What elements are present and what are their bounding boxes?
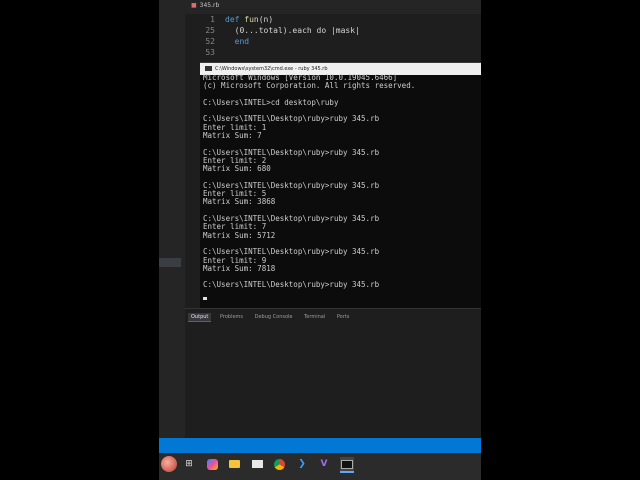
editor-tab-bar: ■ 345.rb	[185, 0, 481, 14]
console-line: Matrix Sum: 3868	[203, 197, 276, 207]
status-bar	[159, 438, 481, 453]
console-line: Matrix Sum: 680	[203, 164, 271, 174]
code-line: 53	[185, 47, 481, 58]
ruby-file-icon: ■	[191, 2, 197, 9]
copilot-icon[interactable]	[205, 457, 219, 471]
terminal-icon[interactable]	[340, 457, 354, 473]
mail-icon[interactable]	[250, 457, 264, 471]
code-function: fun	[244, 15, 259, 24]
tab-ports[interactable]: Ports	[334, 313, 353, 321]
screen: ■ 345.rb 1 def fun(n) 25 (0...total).each …	[159, 0, 481, 480]
code-keyword: def	[225, 15, 245, 24]
code-line: 1 def fun(n)	[185, 14, 481, 25]
bottom-panel: Output Problems Debug Console Terminal P…	[185, 308, 481, 439]
line-number: 52	[205, 37, 215, 46]
cmd-window[interactable]: C:\Windows\system32\cmd.exe - ruby 345.r…	[200, 62, 481, 309]
activity-bar	[159, 0, 185, 438]
console-line: C:\Users\INTEL\Desktop\ruby>ruby 345.rb	[203, 280, 380, 290]
code-text: (n)	[258, 15, 274, 24]
visual-studio-icon[interactable]: V	[317, 457, 331, 471]
code-editor[interactable]: ■ 345.rb 1 def fun(n) 25 (0...total).each …	[185, 0, 481, 62]
tab-problems[interactable]: Problems	[217, 313, 246, 321]
editor-tab-label: 345.rb	[199, 2, 220, 9]
editor-tab[interactable]: ■ 345.rb	[191, 2, 219, 9]
tab-debug-console[interactable]: Debug Console	[252, 313, 296, 321]
code-keyword: end	[225, 37, 250, 46]
vscode-icon[interactable]: ❯	[295, 457, 309, 471]
cmd-icon	[205, 66, 212, 71]
code-line: 25 (0...total).each do |mask|	[185, 25, 481, 36]
code-lines: 1 def fun(n) 25 (0...total).each do |mask…	[185, 14, 481, 58]
cmd-title: C:\Windows\system32\cmd.exe - ruby 345.r…	[215, 66, 328, 72]
tab-terminal[interactable]: Terminal	[301, 313, 328, 321]
tab-output[interactable]: Output	[188, 313, 212, 322]
chrome-icon[interactable]	[272, 457, 286, 471]
console-output: Microsoft Windows [Version 10.0.19045.64…	[203, 73, 416, 290]
weather-icon[interactable]	[161, 456, 177, 472]
panel-tabs: Output Problems Debug Console Terminal P…	[188, 313, 356, 322]
console-line: C:\Users\INTEL>cd desktop\ruby	[203, 97, 339, 107]
code-line: 52 end	[185, 36, 481, 47]
console-line: Matrix Sum: 7	[203, 131, 262, 141]
taskbar: ⊞ ❯ V	[159, 453, 481, 480]
activity-highlight	[159, 258, 181, 267]
console-line: Matrix Sum: 5712	[203, 230, 276, 240]
console-line: (c) Microsoft Corporation. All rights re…	[203, 81, 416, 91]
code-text: (0...total).each do |mask|	[225, 26, 360, 35]
console-line: Matrix Sum: 7818	[203, 263, 276, 273]
line-number: 25	[205, 26, 215, 35]
text-cursor	[203, 297, 207, 300]
line-number: 53	[205, 48, 215, 57]
task-view-icon[interactable]: ⊞	[182, 457, 196, 471]
line-number: 1	[210, 15, 215, 24]
file-explorer-icon[interactable]	[227, 457, 241, 471]
